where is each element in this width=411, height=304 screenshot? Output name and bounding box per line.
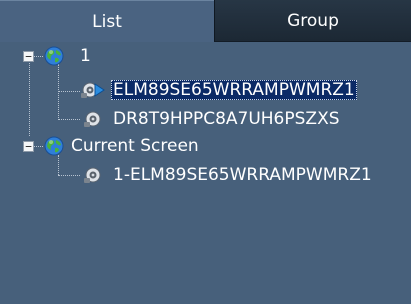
tree-connector: [58, 155, 59, 175]
group-label-current-screen[interactable]: Current Screen: [71, 136, 199, 156]
group-label-1[interactable]: 1: [80, 46, 91, 66]
device-label-dr8t9hppc8a7uh6pszxs[interactable]: DR8T9HPPC8A7UH6PSZXS: [113, 109, 340, 129]
tree-connector: [58, 64, 59, 120]
tree-connector: [58, 119, 80, 120]
device-label-1-elm89se65wrrampwmrz1[interactable]: 1-ELM89SE65WRRAMPWMRZ1: [113, 165, 372, 185]
device-icon: [84, 111, 101, 127]
device-play-icon: [81, 82, 105, 98]
tree-connector: [29, 56, 30, 136]
tab-list[interactable]: List: [0, 0, 214, 42]
device-icon: [84, 167, 101, 183]
device-label-elm89se65wrrampwmrz1[interactable]: ELM89SE65WRRAMPWMRZ1: [111, 80, 357, 100]
globe-icon: [44, 46, 64, 66]
device-tree: − 1 ELM89SE65WRRAMPWMRZ1 DR8T9HPPC8A7UH6…: [0, 42, 411, 304]
collapse-toggle-current-screen[interactable]: −: [23, 141, 34, 152]
tree-connector: [58, 175, 80, 176]
tab-bar: List Group: [0, 0, 411, 42]
tree-connector: [58, 91, 80, 92]
globe-icon: [44, 136, 64, 156]
collapse-toggle-group-1[interactable]: −: [23, 51, 34, 62]
tab-group[interactable]: Group: [214, 0, 411, 42]
